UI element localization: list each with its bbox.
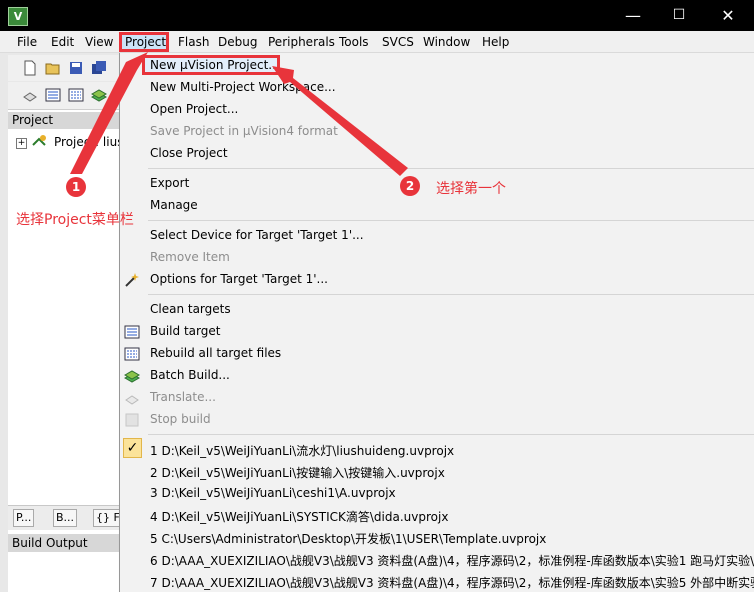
menuitem-clean-targets[interactable]: Clean targets bbox=[150, 302, 231, 316]
build-output-pane bbox=[8, 552, 119, 592]
menu-edit[interactable]: Edit bbox=[51, 35, 74, 49]
recent-project-7[interactable]: 7 D:\AAA_XUEXIZILIAO\战舰V3\战舰V3 资料盘(A盘)\4… bbox=[150, 574, 754, 591]
step-1-label: 选择Project菜单栏 bbox=[16, 212, 134, 228]
minimize-button[interactable]: — bbox=[610, 0, 656, 31]
translate-icon bbox=[125, 395, 139, 405]
project-panel-header: Project bbox=[8, 112, 119, 129]
rebuild-all-icon bbox=[124, 347, 140, 361]
menuitem-build-target[interactable]: Build target bbox=[150, 324, 220, 338]
recent-project-3[interactable]: 3 D:\Keil_v5\WeiJiYuanLi\ceshi1\A.uvproj… bbox=[150, 486, 396, 500]
window-title: D:\Keil_v5\WeiJiYuanLi\流水灯\liushuideng.u… bbox=[36, 12, 414, 27]
batch-build-icon[interactable] bbox=[91, 87, 107, 103]
recent-project-6[interactable]: 6 D:\AAA_XUEXIZILIAO\战舰V3\战舰V3 资料盘(A盘)\4… bbox=[150, 552, 754, 569]
tab-books[interactable]: B... bbox=[53, 509, 78, 527]
tab-project[interactable]: P... bbox=[13, 509, 35, 527]
menu-separator bbox=[148, 434, 754, 435]
tree-expand-icon[interactable]: + bbox=[16, 138, 27, 149]
toolbar-file bbox=[8, 55, 119, 81]
menuitem-manage[interactable]: Manage bbox=[150, 198, 198, 212]
menuitem-new-uvision-project[interactable]: New µVision Project... bbox=[150, 58, 280, 72]
project-tree-icon bbox=[32, 135, 46, 146]
menu-separator bbox=[148, 220, 754, 221]
menuitem-rebuild-all[interactable]: Rebuild all target files bbox=[150, 346, 281, 360]
menu-window[interactable]: Window bbox=[423, 35, 470, 49]
menuitem-options-for-target[interactable]: Options for Target 'Target 1'... bbox=[150, 272, 328, 286]
menuitem-open-project[interactable]: Open Project... bbox=[150, 102, 238, 116]
step-2-badge: 2 bbox=[400, 176, 420, 196]
toolbar-build bbox=[8, 82, 119, 110]
save-all-icon[interactable] bbox=[91, 60, 107, 76]
options-wand-icon bbox=[125, 273, 139, 287]
step-1-badge: 1 bbox=[66, 177, 86, 197]
stop-build-icon bbox=[125, 413, 139, 427]
menu-debug[interactable]: Debug bbox=[218, 35, 257, 49]
menu-svcs[interactable]: SVCS bbox=[382, 35, 414, 49]
checkmark-icon: ✓ bbox=[123, 438, 142, 458]
build-target-icon bbox=[124, 325, 140, 339]
rebuild-icon[interactable] bbox=[68, 87, 84, 103]
menuitem-close-project[interactable]: Close Project bbox=[150, 146, 228, 160]
build-icon[interactable] bbox=[45, 87, 61, 103]
keil-app-icon: V bbox=[8, 7, 28, 26]
menuitem-new-multi-project[interactable]: New Multi-Project Workspace... bbox=[150, 80, 336, 94]
save-icon[interactable] bbox=[68, 60, 84, 76]
menuitem-select-device[interactable]: Select Device for Target 'Target 1'... bbox=[150, 228, 364, 242]
recent-project-4[interactable]: 4 D:\Keil_v5\WeiJiYuanLi\SYSTICK滴答\dida.… bbox=[150, 508, 448, 525]
menu-view[interactable]: View bbox=[85, 35, 113, 49]
menu-tools[interactable]: Tools bbox=[339, 35, 369, 49]
recent-project-1[interactable]: 1 D:\Keil_v5\WeiJiYuanLi\流水灯\liushuideng… bbox=[150, 442, 454, 459]
step-2-label: 选择第一个 bbox=[436, 181, 506, 197]
menu-file[interactable]: File bbox=[17, 35, 37, 49]
menu-peripherals[interactable]: Peripherals bbox=[268, 35, 335, 49]
menu-project[interactable]: Project bbox=[125, 35, 166, 49]
new-file-icon[interactable] bbox=[22, 60, 38, 76]
menuitem-translate: Translate... bbox=[150, 390, 216, 404]
recent-project-5[interactable]: 5 C:\Users\Administrator\Desktop\开发板\1\U… bbox=[150, 530, 546, 547]
menuitem-save-uvision4: Save Project in µVision4 format bbox=[150, 124, 338, 138]
menu-separator bbox=[148, 168, 754, 169]
menu-flash[interactable]: Flash bbox=[178, 35, 209, 49]
build-output-header: Build Output bbox=[8, 534, 119, 552]
menu-separator bbox=[148, 294, 754, 295]
maximize-button[interactable]: ☐ bbox=[656, 0, 702, 31]
menuitem-stop-build: Stop build bbox=[150, 412, 211, 426]
open-folder-icon[interactable] bbox=[45, 60, 61, 76]
menu-help[interactable]: Help bbox=[482, 35, 509, 49]
menuitem-remove-item: Remove Item bbox=[150, 250, 230, 264]
translate-icon[interactable] bbox=[22, 87, 38, 103]
close-button[interactable]: ✕ bbox=[702, 0, 754, 31]
recent-project-2[interactable]: 2 D:\Keil_v5\WeiJiYuanLi\按键输入\按键输入.uvpro… bbox=[150, 464, 445, 481]
menuitem-batch-build[interactable]: Batch Build... bbox=[150, 368, 230, 382]
batch-build-icon bbox=[124, 370, 140, 383]
menuitem-export[interactable]: Export bbox=[150, 176, 189, 190]
